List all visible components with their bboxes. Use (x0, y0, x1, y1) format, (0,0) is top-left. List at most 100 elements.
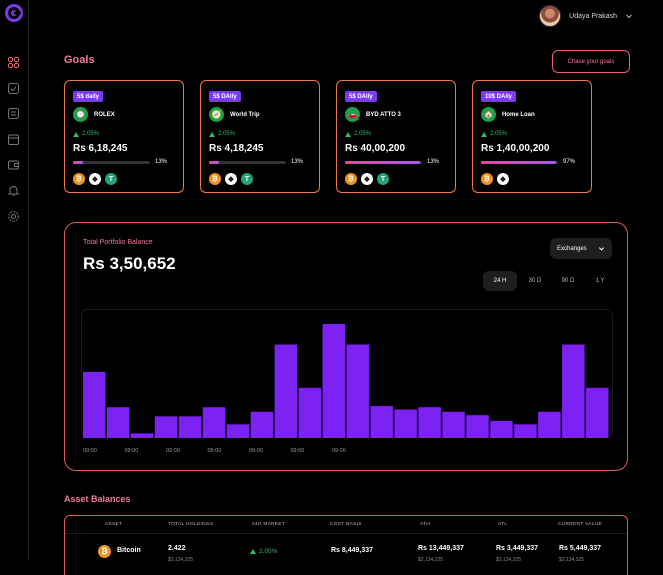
exchanges-label: Exchanges (557, 245, 587, 252)
portfolio-panel: Total Portfolio Balance Rs 3,50,652 Exch… (64, 222, 628, 471)
chart-bar (298, 387, 322, 438)
goal-name: BYD ATTO 3 (366, 112, 401, 118)
user-menu[interactable]: Udaya Prakash (539, 5, 633, 27)
goal-name: Home Loan (502, 112, 535, 118)
goal-change: 2.05% (345, 131, 371, 137)
portfolio-value: Rs 3,50,652 (83, 254, 176, 273)
chart-bar (586, 387, 609, 438)
col-cost-basis: COST BASIS (330, 522, 362, 527)
chart-bar (370, 406, 393, 438)
col-24h-market: 24H MARKET (252, 522, 286, 527)
atl-sub: $2,134,325 (496, 557, 522, 563)
chart-bar (322, 324, 345, 438)
col-total-holdings: TOTAL HOLDINGS (168, 522, 214, 527)
settings-icon[interactable] (7, 210, 20, 223)
avatar[interactable] (539, 5, 562, 27)
bitcoin-icon: ₿ (481, 173, 493, 185)
holdings-value: 2.422 (168, 545, 186, 552)
chart-bar (442, 411, 465, 438)
arrow-up-icon (345, 131, 351, 137)
x-tick-label: 09:00 (249, 448, 263, 454)
notes-icon[interactable] (7, 107, 20, 120)
goal-card[interactable]: 5$ DAily 🧭 World Trip 2.05% Rs 4,18,245 … (200, 80, 320, 193)
goal-change: 2.05% (209, 131, 235, 137)
tab-24h[interactable]: 24 H (483, 271, 517, 291)
chart-bar (538, 411, 561, 438)
goal-percent: 13% (291, 159, 304, 165)
goal-name: World Trip (230, 112, 260, 118)
tasks-icon[interactable] (7, 82, 20, 95)
chart-bar (250, 411, 274, 438)
goal-name: ROLEX (94, 112, 115, 118)
chevron-down-icon (598, 247, 605, 251)
tether-icon: T (241, 173, 253, 185)
chase-goals-button[interactable]: Chase your goals (552, 50, 630, 73)
tether-icon: T (105, 173, 117, 185)
goal-amount: Rs 4,18,245 (209, 143, 264, 154)
bitcoin-icon: ₿ (209, 173, 221, 185)
exchanges-dropdown[interactable]: Exchanges (550, 238, 612, 259)
bitcoin-icon: ₿ (73, 173, 85, 185)
chart-bar (346, 344, 369, 438)
goal-card[interactable]: 5$ DAily 🚗 BYD ATTO 3 2.05% Rs 40,00,200… (336, 80, 456, 193)
ath-value: Rs 13,449,337 (418, 545, 464, 552)
current-value-sub: $2,134,325 (559, 557, 585, 563)
goal-percent: 13% (427, 159, 440, 165)
col-ath: ATH (420, 522, 431, 527)
x-tick-label: 09:00 (83, 448, 97, 454)
calendar-icon[interactable] (7, 133, 20, 146)
col-atl: ATL (498, 522, 508, 527)
goal-progress-bar (481, 161, 558, 164)
chart-bar (514, 424, 537, 438)
x-tick-label: 09:00 (208, 448, 222, 454)
chart-bar (178, 416, 202, 438)
market-change: 2.05% (250, 548, 277, 555)
goal-amount: Rs 6,18,245 (73, 143, 128, 154)
arrow-up-icon (209, 131, 215, 137)
goal-change: 2.05% (481, 131, 507, 137)
portfolio-label: Total Portfolio Balance (83, 239, 153, 246)
arrow-up-icon (250, 549, 256, 554)
goal-amount: Rs 1,40,00,200 (481, 143, 550, 154)
notification-icon[interactable] (7, 184, 20, 197)
goal-card[interactable]: 5$ daily ⌚ ROLEX 2.05% Rs 6,18,245 13% ₿… (64, 80, 184, 193)
asset-balances-title: Asset Balances (64, 494, 131, 504)
car-icon: 🚗 (345, 107, 360, 122)
tab-1y[interactable]: 1 Y (586, 271, 614, 291)
x-tick-label: 09:00 (291, 448, 305, 454)
arrow-up-icon (73, 131, 79, 137)
goal-badge: 5$ daily (73, 91, 104, 102)
sidebar (0, 0, 29, 561)
table-divider (65, 533, 627, 534)
goals-title: Goals (64, 54, 95, 66)
goal-change: 2.05% (73, 131, 99, 137)
goal-card[interactable]: 10$ DAily 🏠 Home Loan 2.05% Rs 1,40,00,2… (472, 80, 592, 193)
app-logo-icon[interactable] (5, 4, 23, 22)
bitcoin-icon: ₿ (98, 545, 111, 558)
atl-value: Rs 3,449,337 (496, 545, 539, 552)
ethereum-icon: ◆ (361, 173, 373, 185)
arrow-up-icon (481, 131, 487, 137)
bar-chart (83, 324, 609, 438)
compass-icon: 🧭 (209, 107, 224, 122)
chart-bar (490, 420, 513, 438)
holdings-sub: $2,134,325 (168, 557, 194, 563)
tab-90d[interactable]: 90 D (553, 271, 583, 291)
house-icon: 🏠 (481, 107, 496, 122)
cost-basis-value: Rs 8,449,337 (331, 547, 374, 554)
tether-icon: T (377, 173, 389, 185)
wallet-icon[interactable] (7, 158, 20, 171)
goal-badge: 5$ DAily (209, 91, 241, 102)
goal-badge: 5$ DAily (345, 91, 377, 102)
chart-bar (154, 416, 178, 438)
goal-percent: 13% (155, 159, 168, 165)
dashboard-icon[interactable] (7, 56, 20, 69)
x-tick-label: 09:00 (332, 448, 346, 454)
ethereum-icon: ◆ (89, 173, 101, 185)
portfolio-chart (81, 309, 613, 438)
goal-amount: Rs 40,00,200 (345, 143, 406, 154)
chevron-down-icon[interactable] (625, 12, 633, 20)
chart-bar (226, 424, 250, 438)
tab-30d[interactable]: 30 D (520, 271, 550, 291)
current-value: Rs 5,449,337 (559, 545, 602, 552)
